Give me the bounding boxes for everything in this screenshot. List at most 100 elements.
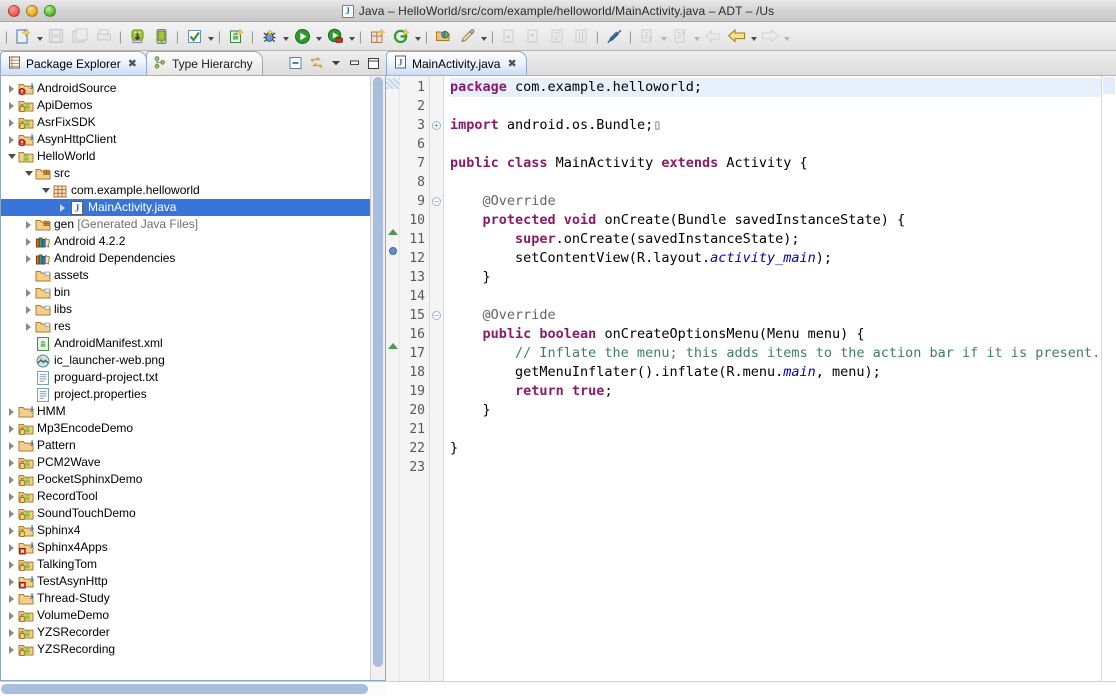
tab-mainactivity-java[interactable]: J MainActivity.java ✖: [386, 51, 527, 75]
build-dropdown-arrow[interactable]: [206, 25, 215, 47]
expand-arrow-right-icon[interactable]: [5, 131, 18, 148]
prev-annotation-button[interactable]: [498, 25, 520, 47]
tree-item[interactable]: gen [Generated Java Files]: [1, 216, 370, 233]
code-line[interactable]: }: [450, 401, 1101, 420]
tree-item-selected[interactable]: J MainActivity.java: [1, 199, 370, 216]
pencil-search-button[interactable]: [456, 25, 478, 47]
new-class-dropdown-arrow[interactable]: [413, 25, 422, 47]
editor-tab-row[interactable]: J MainActivity.java ✖: [386, 51, 1116, 76]
code-line[interactable]: @Override: [450, 306, 1101, 325]
prev-edit-dropdown-arrow[interactable]: [692, 25, 701, 47]
expand-arrow-right-icon[interactable]: [5, 539, 18, 556]
tree-item[interactable]: ApiDemos: [1, 97, 370, 114]
tree-item[interactable]: project.properties: [1, 386, 370, 403]
window-controls[interactable]: [0, 4, 56, 17]
expand-arrow-right-icon[interactable]: [56, 199, 69, 216]
link-editor-icon[interactable]: [309, 56, 324, 73]
tree-item[interactable]: SoundTouchDemo: [1, 505, 370, 522]
next-edit-button[interactable]: [636, 25, 658, 47]
code-line[interactable]: [450, 97, 1101, 116]
build-check-button[interactable]: [183, 25, 205, 47]
editor-marker-gutter[interactable]: [386, 76, 400, 681]
code-line[interactable]: return true;: [450, 382, 1101, 401]
tree-item[interactable]: com.example.helloworld: [1, 182, 370, 199]
tree-item[interactable]: J Sphinx4: [1, 522, 370, 539]
code-line[interactable]: protected void onCreate(Bundle savedInst…: [450, 211, 1101, 230]
tree-item[interactable]: AsrFixSDK: [1, 114, 370, 131]
tree-item[interactable]: J AndroidSource: [1, 80, 370, 97]
expand-arrow-right-icon[interactable]: [22, 233, 35, 250]
code-line[interactable]: [450, 287, 1101, 306]
tree-item[interactable]: RecordTool: [1, 488, 370, 505]
tree-item[interactable]: PCM2Wave: [1, 454, 370, 471]
scrollbar-thumb[interactable]: [373, 77, 383, 667]
forward-dropdown-arrow[interactable]: [782, 25, 791, 47]
tree-item[interactable]: bin: [1, 284, 370, 301]
main-toolbar[interactable]: | | | | | | | | | |: [0, 22, 1116, 51]
editor-text-area[interactable]: package com.example.helloworld; import a…: [444, 76, 1101, 681]
code-line[interactable]: package com.example.helloworld;: [450, 78, 1101, 97]
expand-arrow-right-icon[interactable]: [5, 437, 18, 454]
close-window-button[interactable]: [8, 4, 20, 17]
expand-arrow-right-icon[interactable]: [5, 471, 18, 488]
expand-arrow-right-icon[interactable]: [22, 216, 35, 233]
code-line[interactable]: public class MainActivity extends Activi…: [450, 154, 1101, 173]
new-android-project-button[interactable]: [225, 25, 247, 47]
expand-arrow-right-icon[interactable]: [5, 420, 18, 437]
tree-item[interactable]: ic_launcher-web.png: [1, 352, 370, 369]
expand-arrow-right-icon[interactable]: [5, 403, 18, 420]
print-button[interactable]: [93, 25, 115, 47]
fold-expand-icon[interactable]: +: [430, 116, 443, 135]
tree-horizontal-scrollbar[interactable]: [0, 682, 386, 696]
block-selection-button[interactable]: [570, 25, 592, 47]
back-button[interactable]: [726, 25, 748, 47]
scrollbar-thumb[interactable]: [1, 684, 368, 694]
prev-edit-button[interactable]: [669, 25, 691, 47]
fold-collapse-icon[interactable]: –: [430, 306, 443, 325]
code-line[interactable]: import android.os.Bundle;▯: [450, 116, 1101, 135]
tree-item[interactable]: YZSRecording: [1, 641, 370, 658]
code-line[interactable]: getMenuInflater().inflate(R.menu.main, m…: [450, 363, 1101, 382]
code-line[interactable]: // Inflate the menu; this adds items to …: [450, 344, 1101, 363]
expand-arrow-down-icon[interactable]: [39, 182, 52, 199]
tree-item[interactable]: HelloWorld: [1, 148, 370, 165]
tree-item[interactable]: Mp3EncodeDemo: [1, 420, 370, 437]
code-line[interactable]: [450, 458, 1101, 477]
save-button[interactable]: [45, 25, 67, 47]
editor-overview-ruler[interactable]: [1101, 76, 1116, 681]
minimize-window-button[interactable]: [26, 4, 38, 17]
tab-type-hierarchy[interactable]: Type Hierarchy: [145, 51, 263, 75]
minimize-icon[interactable]: [348, 57, 361, 72]
debug-dropdown-arrow[interactable]: [281, 25, 290, 47]
expand-arrow-right-icon[interactable]: [5, 522, 18, 539]
view-toolbar[interactable]: [289, 56, 386, 75]
expand-arrow-right-icon[interactable]: [5, 641, 18, 658]
expand-arrow-down-icon[interactable]: [5, 148, 18, 165]
fold-collapse-icon[interactable]: –: [430, 192, 443, 211]
forward-button[interactable]: [759, 25, 781, 47]
close-icon[interactable]: ✖: [128, 57, 137, 70]
tree-vertical-scrollbar[interactable]: [370, 76, 385, 680]
expand-arrow-right-icon[interactable]: [22, 284, 35, 301]
back-dropdown-arrow[interactable]: [749, 25, 758, 47]
expand-arrow-right-icon[interactable]: [5, 97, 18, 114]
expand-arrow-right-icon[interactable]: [5, 573, 18, 590]
expand-arrow-right-icon[interactable]: [22, 250, 35, 267]
code-line[interactable]: [450, 173, 1101, 192]
tree-item[interactable]: J Thread-Study: [1, 590, 370, 607]
expand-arrow-right-icon[interactable]: [5, 624, 18, 641]
tree-item[interactable]: libs: [1, 301, 370, 318]
chevron-down-icon[interactable]: [330, 57, 342, 72]
tree-item[interactable]: src: [1, 165, 370, 182]
next-edit-dropdown-arrow[interactable]: [659, 25, 668, 47]
expand-arrow-right-icon[interactable]: [5, 607, 18, 624]
code-line[interactable]: }: [450, 439, 1101, 458]
pen-strike-toggle-button[interactable]: [603, 25, 625, 47]
android-sdk-manager-button[interactable]: [126, 25, 148, 47]
expand-arrow-right-icon[interactable]: [5, 505, 18, 522]
search-dropdown-arrow[interactable]: [479, 25, 488, 47]
tree-item[interactable]: proguard-project.txt: [1, 369, 370, 386]
tree-item[interactable]: Android Dependencies: [1, 250, 370, 267]
collapse-all-icon[interactable]: [289, 56, 303, 73]
code-line[interactable]: super.onCreate(savedInstanceState);: [450, 230, 1101, 249]
